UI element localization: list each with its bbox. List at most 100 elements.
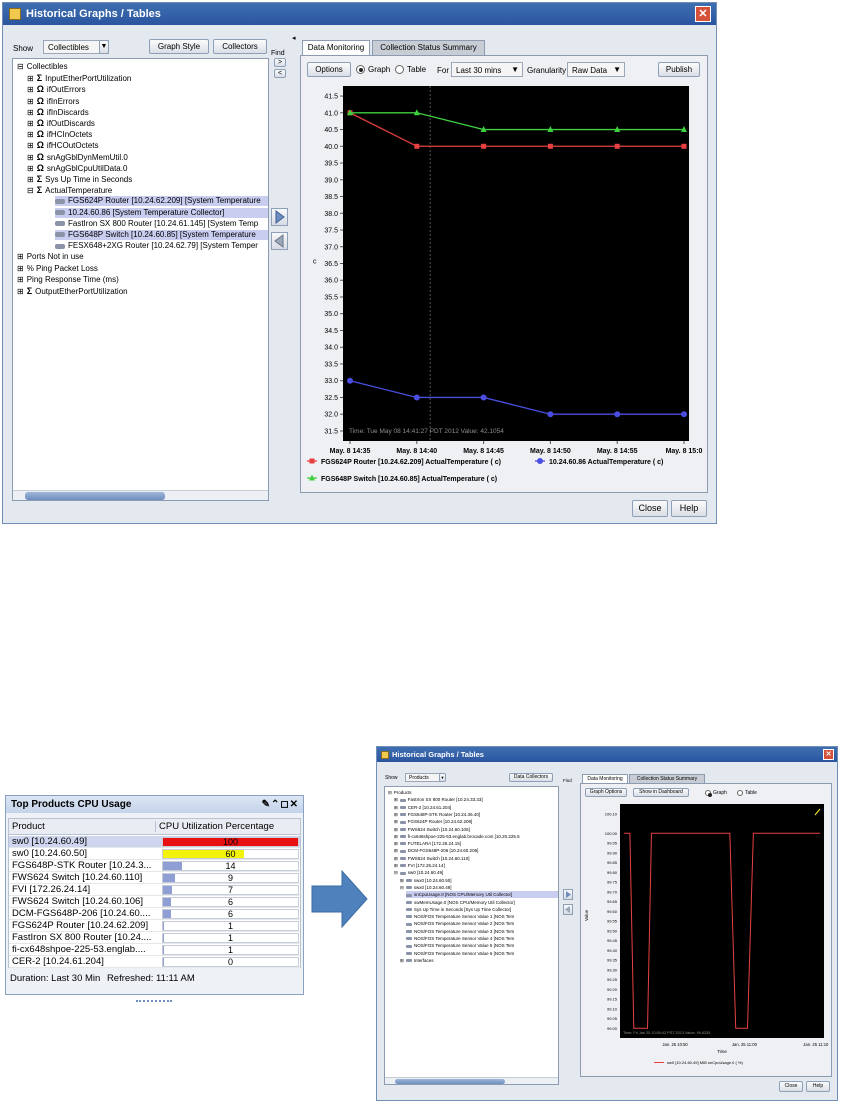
graph-radio-icon[interactable]: [705, 790, 712, 797]
tree-node[interactable]: ⊞ ΩsnAgGblDynMemUtil.0: [27, 152, 128, 162]
tree-node[interactable]: ⊞ ΩifHCInOctets: [27, 129, 92, 139]
tree-node[interactable]: ⊞ FVI [172.26.24.14]: [394, 862, 445, 869]
cpu-usage-chart[interactable]: Value 100.10 100.00 99.95 99.90 99.85 99.80 99.…: [582, 802, 830, 1074]
tree-node[interactable]: ⊟ Products: [388, 789, 412, 796]
tree-node[interactable]: FastIron SX 800 Router [10.24.61.145] [S…: [55, 219, 258, 229]
graph-radio[interactable]: Graph: [705, 790, 727, 797]
tree-node[interactable]: ⊞ Σ OutputEtherPortUtilization: [17, 286, 128, 296]
table-row[interactable]: sw0 [10.24.60.49] 100: [9, 836, 300, 848]
tree-node[interactable]: Sys Up Time in Seconds [Sys Up Time Coll…: [406, 906, 511, 913]
tree-node[interactable]: ⊟ swx0 [10.24.60.49]: [400, 884, 452, 891]
expand-icon[interactable]: ⊞: [394, 841, 398, 846]
tree-node[interactable]: ⊟ Collectibles: [17, 62, 68, 72]
column-product[interactable]: Product: [9, 821, 156, 832]
main-window-titlebar[interactable]: Historical Graphs / Tables: [3, 3, 716, 25]
tree-node[interactable]: ⊞ swx0 [10.24.60.50]: [400, 877, 452, 884]
table-row[interactable]: FastIron SX 800 Router [10.24.... 1: [9, 932, 300, 944]
data-collectors-button[interactable]: Data Collectors: [509, 773, 553, 782]
expand-icon[interactable]: ⊞: [17, 264, 24, 273]
tree-node[interactable]: FESX648+2XG Router [10.24.62.79] [System…: [55, 241, 258, 251]
expand-icon[interactable]: ⊞: [27, 175, 34, 184]
expand-icon[interactable]: ⊞: [27, 108, 34, 117]
expand-icon[interactable]: ⊞: [394, 856, 398, 861]
expand-icon[interactable]: ⊞: [27, 97, 34, 106]
collectibles-tree[interactable]: ⊟ Collectibles ⊞ Σ InputEtherPortUtilization…: [12, 58, 269, 501]
show-select[interactable]: Products: [405, 773, 441, 782]
tree-node[interactable]: ⊞% Ping Packet Loss: [17, 264, 98, 274]
tree-node[interactable]: NOS/FOS Temperature Sensor Value 2 [NOS …: [406, 920, 514, 927]
collapse-icon[interactable]: ⊟: [388, 790, 392, 795]
tree-node[interactable]: NOS/FOS Temperature Sensor Value 1 [NOS …: [406, 913, 514, 920]
tab-collection-status[interactable]: Collection Status Summary: [372, 40, 485, 55]
tree-node[interactable]: ⊞ fi-cx648shpoe-225-53.englab.brocade.com…: [394, 833, 520, 840]
tree-node[interactable]: ⊟ sw0 [10.24.60.49]: [394, 869, 443, 876]
help-button[interactable]: Help: [671, 500, 707, 517]
collapse-icon[interactable]: ⊟: [394, 870, 398, 875]
table-row[interactable]: DCM-FGS648P-206 [10.24.60.... 6: [9, 908, 300, 920]
tree-node[interactable]: 10.24.60.86 [System Temperature Collecto…: [55, 207, 268, 218]
table-row[interactable]: FGS648P-STK Router [10.24.3... 14: [9, 860, 300, 872]
granularity-select[interactable]: Raw Data ▼: [567, 62, 625, 77]
expand-icon[interactable]: ⊞: [394, 819, 398, 824]
table-row[interactable]: FWS624 Switch [10.24.60.106] 6: [9, 896, 300, 908]
tree-node[interactable]: NOS/FOS Temperature Sensor Value 4 [NOS …: [406, 935, 514, 942]
tab-collection-status[interactable]: Collection Status Summary: [629, 774, 705, 783]
expand-icon[interactable]: ⊞: [17, 252, 24, 261]
tree-node[interactable]: FGS648P Switch [10.24.60.85] [System Tem…: [55, 230, 268, 240]
table-row[interactable]: FWS624 Switch [10.24.60.110] 9: [9, 872, 300, 884]
expand-icon[interactable]: ⊞: [27, 141, 34, 150]
graph-options-button[interactable]: Graph Options: [585, 788, 627, 797]
tree-node[interactable]: NOS/FOS Temperature Sensor Value 5 [NOS …: [406, 942, 514, 949]
expand-icon[interactable]: ⊞: [394, 848, 398, 853]
remove-from-graph-button[interactable]: [563, 904, 573, 915]
tree-node[interactable]: ⊞ CER-2 [10.24.61.204]: [394, 804, 451, 811]
tree-node[interactable]: ⊞ Σ InputEtherPortUtilization: [27, 73, 131, 83]
collapse-icon[interactable]: ⊟: [27, 186, 34, 195]
tree-node[interactable]: ⊟ Σ ActualTemperature: [27, 185, 112, 195]
table-row[interactable]: FGS624P Router [10.24.62.209] 1: [9, 920, 300, 932]
tree-node[interactable]: ⊞ FGS648P-STK Router [10.24.36.40]: [394, 811, 480, 818]
table-row[interactable]: CER-2 [10.24.61.204] 0: [9, 956, 300, 968]
graph-radio-icon[interactable]: [356, 65, 365, 74]
tree-node[interactable]: ⊞ ΩsnAgGblCpuUtilData.0: [27, 163, 127, 173]
close-window-icon[interactable]: ✕: [823, 749, 834, 760]
tree-node[interactable]: ⊞ Ports Not in use: [17, 252, 84, 262]
help-button[interactable]: Help: [806, 1081, 830, 1092]
widget-titlebar[interactable]: Top Products CPU Usage ✎⌃◻✕: [6, 796, 303, 813]
tree-node[interactable]: ⊞ FWS624 Switch [10.24.60.106]: [394, 826, 470, 833]
tree-node[interactable]: ⊞ Σ Sys Up Time in Seconds: [27, 174, 132, 184]
add-to-graph-button[interactable]: [271, 208, 288, 226]
widget-controls-icon[interactable]: ✎⌃◻✕: [262, 799, 299, 810]
table-radio-icon[interactable]: [395, 65, 404, 74]
expand-icon[interactable]: ⊞: [17, 275, 24, 284]
collectors-button[interactable]: Collectors: [213, 39, 267, 54]
tree-node[interactable]: NOS/FOS Temperature Sensor Value 3 [NOS …: [406, 928, 514, 935]
graph-style-button[interactable]: Graph Style: [149, 39, 209, 54]
column-cpu[interactable]: CPU Utilization Percentage: [156, 821, 274, 832]
tree-node[interactable]: ⊞ FWS624 Switch [10.24.60.110]: [394, 855, 469, 862]
expand-icon[interactable]: ⊞: [400, 958, 404, 963]
close-window-icon[interactable]: ✕: [695, 6, 711, 22]
expand-icon[interactable]: ⊞: [17, 287, 24, 296]
scrollbar-thumb[interactable]: [395, 1079, 505, 1084]
tree-node[interactable]: ⊞ Interfaces: [400, 957, 434, 964]
collapse-icon[interactable]: ⊟: [17, 62, 24, 71]
collapse-panel-icon[interactable]: ◂: [292, 34, 296, 42]
tree-node[interactable]: ⊞ FGS624P Router [10.24.62.209]: [394, 818, 472, 825]
publish-button[interactable]: Publish: [658, 62, 700, 77]
tree-horizontal-scrollbar[interactable]: [13, 490, 268, 500]
add-to-graph-button[interactable]: [563, 889, 573, 900]
scrollbar-thumb[interactable]: [25, 492, 165, 500]
tree-node[interactable]: ⊞ FastIron SX 800 Router [10.24.33.33]: [394, 796, 483, 803]
time-range-select[interactable]: Last 30 mins ▼: [451, 62, 523, 77]
expand-icon[interactable]: ⊞: [394, 827, 398, 832]
tree-horizontal-scrollbar[interactable]: [385, 1077, 558, 1084]
expand-icon[interactable]: ⊞: [27, 119, 34, 128]
table-row[interactable]: sw0 [10.24.60.50] 60: [9, 848, 300, 860]
show-dropdown-icon[interactable]: ▼: [99, 40, 109, 54]
expand-icon[interactable]: ⊞: [394, 863, 398, 868]
products-window-titlebar[interactable]: Historical Graphs / Tables: [377, 747, 837, 762]
find-prev-button[interactable]: <: [274, 69, 286, 78]
tree-node[interactable]: swMemUsage.0 [NOS CPU/Memory Util Collec…: [406, 899, 515, 906]
expand-icon[interactable]: ⊞: [27, 85, 34, 94]
